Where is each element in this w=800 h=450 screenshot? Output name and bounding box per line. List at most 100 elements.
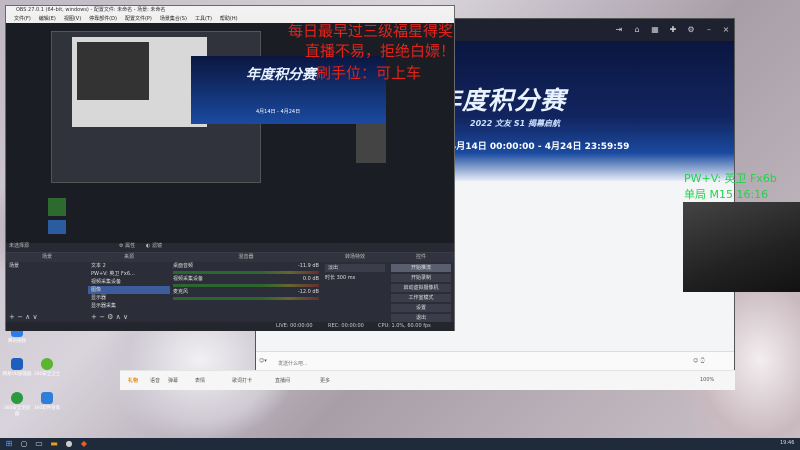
filters-button[interactable]: ◐ 滤镜: [146, 242, 162, 249]
banner-dates: 4月14日 00:00:00 - 4月24日 23:59:59: [450, 142, 630, 152]
nested-preview-screen: [72, 37, 207, 127]
overlay-text-red-3: 刷手位：可上车: [316, 64, 422, 82]
danmaku-button[interactable]: 弹幕: [168, 377, 178, 384]
controls-dock: 控件 开始推流 开始录制 启动虚拟摄像机 工作室模式 设置 退出: [388, 252, 454, 322]
windows-start-icon[interactable]: ⊞: [3, 439, 15, 449]
menu-edit[interactable]: 编辑(E): [39, 16, 56, 22]
obs-statusbar: LIVE: 00:00:00 REC: 00:00:00 CPU: 1.0%, …: [6, 322, 454, 331]
mixer-channel: 桌面音频 -11.9 dB: [173, 263, 319, 269]
controls-header: 控件: [388, 253, 454, 262]
search-icon[interactable]: ○: [18, 439, 30, 449]
gift-button[interactable]: 礼物: [128, 377, 138, 384]
nested-thumb: [77, 42, 149, 100]
scene-add-remove[interactable]: + − ∧ ∨: [9, 313, 38, 321]
settings-icon[interactable]: ⚙: [686, 25, 696, 35]
grid-icon[interactable]: ▦: [650, 25, 660, 35]
menu-scene-collection[interactable]: 场景集合(S): [160, 16, 187, 22]
minimize-icon[interactable]: –: [704, 25, 714, 35]
mixer-channel: 视频采集设备 0.0 dB: [173, 276, 319, 282]
start-virtual-camera-button[interactable]: 启动虚拟摄像机: [391, 284, 451, 292]
sources-header: 来源: [88, 253, 170, 262]
source-item[interactable]: 视频采集设备: [88, 278, 170, 286]
windows-taskbar: ⊞ ○ ▭ ▬ ● ◆ 19:46: [0, 438, 800, 450]
preview-camera: [356, 123, 386, 163]
preview-banner-dates: 4月14日 - 4月24日: [256, 109, 301, 115]
gamepad-icon[interactable]: ✚: [668, 25, 678, 35]
camera-feed-image: [683, 202, 800, 292]
360-browser-icon: [11, 392, 23, 404]
preview-icon-a: [48, 198, 66, 216]
transition-select[interactable]: 淡出: [325, 264, 385, 272]
emoji-icon[interactable]: ☺▾: [259, 358, 267, 364]
transition-duration[interactable]: 时长 300 ms: [322, 274, 388, 282]
back-icon[interactable]: ⇥: [614, 25, 624, 35]
menu-file[interactable]: 文件(F): [14, 16, 31, 22]
menu-profile[interactable]: 配置文件(P): [125, 16, 152, 22]
source-item[interactable]: 文本 2: [88, 262, 170, 270]
voice-button[interactable]: 语音: [150, 377, 160, 384]
uu-accelerator-icon: [11, 358, 23, 370]
mixer-meter: [173, 284, 319, 287]
send-options-icon[interactable]: ☺ ⌚: [693, 358, 706, 364]
menu-tools[interactable]: 工具(T): [195, 16, 212, 22]
menu-help[interactable]: 帮助(H): [220, 16, 238, 22]
source-item[interactable]: PW+V: 英卫 Fx6...: [88, 270, 170, 278]
desktop-icon-360-safe[interactable]: 360安全卫士: [32, 358, 62, 377]
properties-button[interactable]: ⚙ 属性: [119, 242, 135, 249]
overlay-text-red-1: 每日最早过三级福星得奖: [288, 22, 454, 40]
desktop-icon-uu[interactable]: 网易UU加速器: [2, 358, 32, 377]
source-item-selected[interactable]: 图像: [88, 286, 170, 294]
start-streaming-button[interactable]: 开始推流: [391, 264, 451, 272]
overlay-text-green-2: 单局 M15 16:16: [684, 188, 769, 201]
360-safe-icon: [41, 358, 53, 370]
overlay-text-red-2: 直播不易，拒绝白嫖！: [305, 42, 456, 60]
share-button[interactable]: 歌词打卡: [232, 377, 252, 384]
close-icon[interactable]: ×: [721, 25, 731, 35]
task-view-icon[interactable]: ▭: [33, 439, 45, 449]
explorer-icon[interactable]: ▬: [48, 439, 60, 449]
source-add-remove[interactable]: + − ⚙ ∧ ∨: [91, 313, 128, 321]
more-button[interactable]: 更多: [320, 377, 330, 384]
stream-toolbar: 礼物 语音 弹幕 表情 歌词打卡 直播间 更多 100%: [120, 370, 735, 390]
exit-button[interactable]: 退出: [391, 314, 451, 322]
home-icon[interactable]: ⌂: [632, 25, 642, 35]
start-recording-button[interactable]: 开始录制: [391, 274, 451, 282]
360-soft-manager-icon: [41, 392, 53, 404]
mixer-meter: [173, 297, 319, 300]
scenes-dock: 场景 场景 + − ∧ ∨: [6, 252, 88, 322]
transition-header: 转场特效: [322, 253, 388, 262]
desktop-icon-360-browser[interactable]: 360安全浏览器: [2, 392, 32, 417]
room-button[interactable]: 直播间: [275, 377, 290, 384]
banner-subtitle: 2022 文友 S1 揭幕启航: [470, 119, 560, 128]
mixer-meter: [173, 271, 319, 274]
no-source-label: 未选择源: [9, 243, 30, 249]
scene-item[interactable]: 场景: [6, 262, 88, 270]
cpu-status: CPU: 1.0%, 60.00 fps: [378, 323, 431, 329]
preview-icon-b: [48, 220, 66, 234]
studio-mode-button[interactable]: 工作室模式: [391, 294, 451, 302]
obs-titlebar: OBS 27.0.1 (64-bit, windows) - 配置文件: 未命名…: [6, 6, 454, 15]
mixer-header: 混音器: [170, 253, 322, 262]
banner-title: 年度积分赛: [436, 86, 567, 115]
menu-docks[interactable]: 停靠部件(D): [89, 16, 117, 22]
volume-percent: 100%: [700, 377, 715, 383]
transition-dock: 转场特效 淡出 时长 300 ms: [322, 252, 388, 322]
sources-dock: 来源 文本 2 PW+V: 英卫 Fx6... 视频采集设备 图像 显示器 显示…: [88, 252, 170, 322]
menu-view[interactable]: 视图(V): [64, 16, 81, 22]
source-item[interactable]: 显示器采集: [88, 302, 170, 310]
rec-timer: REC: 00:00:00: [328, 323, 364, 329]
overlay-text-green-1: PW+V: 英卫 Fx6b: [684, 172, 777, 185]
desktop-icon-360-soft[interactable]: 360软件管家: [32, 392, 62, 411]
chat-input[interactable]: [276, 358, 686, 369]
taskbar-clock: 19:46: [780, 440, 795, 446]
scenes-header: 场景: [6, 253, 88, 262]
settings-button[interactable]: 设置: [391, 304, 451, 312]
mixer-dock: 混音器 桌面音频 -11.9 dB 视频采集设备 0.0 dB 麦克风 -12.…: [170, 252, 322, 322]
source-item[interactable]: 显示器: [88, 294, 170, 302]
douyu-taskbar-icon[interactable]: ◆: [78, 439, 90, 449]
obs-taskbar-icon[interactable]: ●: [63, 439, 75, 449]
emote-button[interactable]: 表情: [195, 377, 205, 384]
live-timer: LIVE: 00:00:00: [276, 323, 313, 329]
preview-banner-title: 年度积分赛: [246, 67, 316, 83]
mixer-channel: 麦克风 -12.0 dB: [173, 289, 319, 295]
